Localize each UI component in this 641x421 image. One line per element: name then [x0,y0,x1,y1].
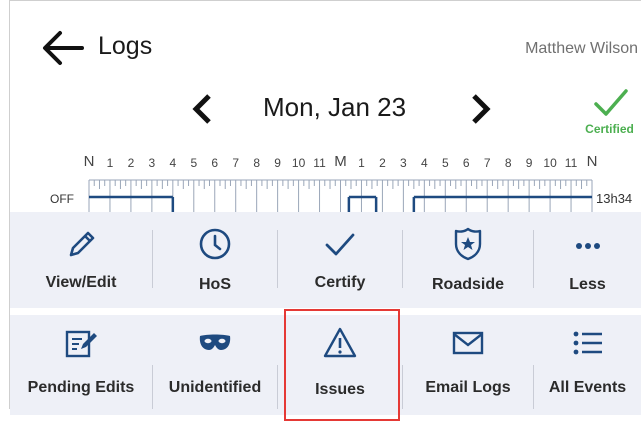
hos-timeline[interactable]: N 1 2 3 4 5 6 7 8 9 10 11 M 1 2 3 4 5 6 7 8 9 10 11 N OFF 13h34 [0,150,641,212]
certified-status[interactable]: Certified [582,86,641,142]
all-events-label: All Events [548,379,627,396]
unidentified-label: Unidentified [168,379,262,396]
envelope-icon [452,331,484,355]
less-button[interactable]: Less [534,212,641,308]
email-logs-label: Email Logs [425,379,511,396]
list-icon [573,331,602,355]
chevron-right-icon [472,94,491,124]
view-edit-button[interactable]: View/Edit [10,212,152,308]
pending-edits-button[interactable]: Pending Edits [10,315,152,415]
less-label: Less [569,276,606,293]
page-title: Logs [98,32,153,60]
view-edit-label: View/Edit [45,274,117,291]
date-navigation: Mon, Jan 23 [0,84,641,132]
off-duty-label: OFF [50,192,74,206]
more-dots-icon [575,243,600,249]
hos-label: HoS [199,276,231,293]
hos-button[interactable]: HoS [153,212,277,308]
certify-button[interactable]: Certify [278,212,402,308]
pencil-icon [69,231,95,257]
off-duty-total: 13h34 [596,191,633,206]
clock-icon [199,228,231,260]
email-logs-button[interactable]: Email Logs [403,315,533,415]
driver-name: Matthew Wilson [525,40,638,57]
roadside-button[interactable]: Roadside [403,212,533,308]
current-date: Mon, Jan 23 [263,92,407,122]
police-badge-icon [454,227,482,261]
header-bar: Logs Matthew Wilson [10,0,641,70]
certified-label: Certified [585,122,634,136]
next-day-button[interactable] [466,93,496,125]
mask-icon [199,334,231,350]
issues-highlight-box [284,309,400,421]
back-button[interactable] [40,28,84,68]
arrow-left-icon [43,31,84,65]
action-row-primary: View/Edit HoS Certify Roadside Less [10,212,641,308]
timeline-graph [88,179,593,212]
edit-document-icon [65,330,97,358]
roadside-label: Roadside [431,276,504,293]
checkmark-icon [325,233,355,256]
pending-edits-label: Pending Edits [27,379,135,396]
certify-label: Certify [314,274,366,291]
previous-day-button[interactable] [187,93,217,125]
chevron-left-icon [192,94,211,124]
all-events-button[interactable]: All Events [534,315,641,415]
checkmark-icon [594,89,628,116]
unidentified-button[interactable]: Unidentified [153,315,277,415]
